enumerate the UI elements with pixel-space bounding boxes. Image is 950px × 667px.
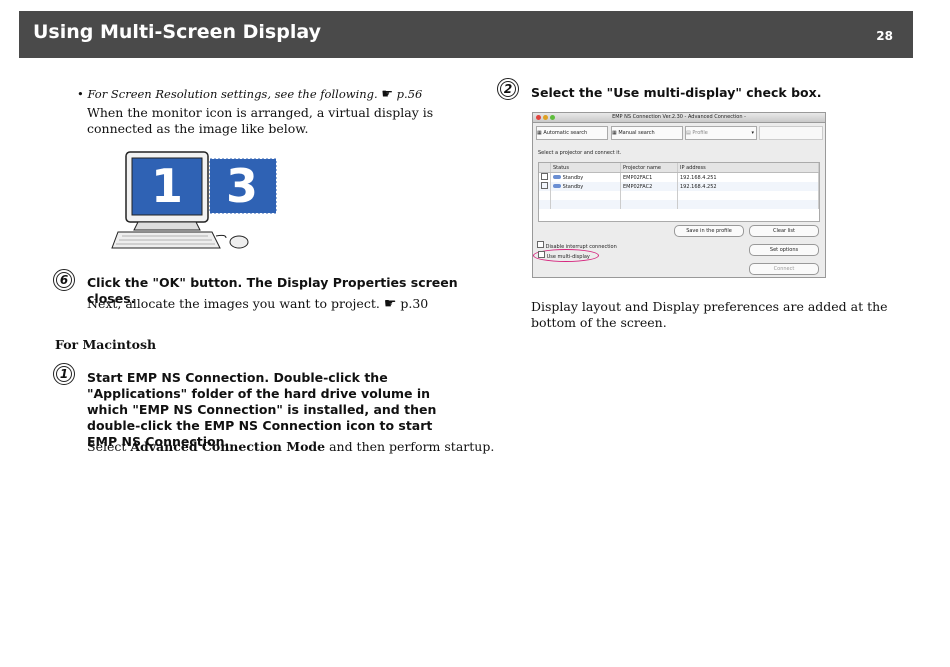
advanced-mode-label: Advanced Connection Mode bbox=[130, 439, 326, 454]
step-6-marker: 6 bbox=[53, 269, 75, 291]
projector-icon: ▦ bbox=[537, 130, 542, 136]
minimize-icon[interactable] bbox=[543, 115, 548, 120]
monitor-number-3: 3 bbox=[226, 159, 258, 213]
connect-button[interactable]: Connect bbox=[749, 263, 819, 275]
mouse-icon bbox=[229, 235, 249, 249]
step-1-marker: 1 bbox=[53, 363, 75, 385]
close-icon[interactable] bbox=[536, 115, 541, 120]
step-1-body: Select Advanced Connection Mode and then… bbox=[87, 439, 495, 454]
emp-ns-connection-window: EMP NS Connection Ver.2.30 - Advanced Co… bbox=[532, 112, 826, 278]
table-row[interactable]: Standby EMP02FAC1 192.168.4.251 bbox=[539, 172, 819, 182]
monitor-number-1: 1 bbox=[151, 159, 183, 213]
chevron-down-icon: ▾ bbox=[751, 130, 754, 136]
projector-status-icon bbox=[553, 183, 561, 188]
save-in-profile-button[interactable]: Save in the profile bbox=[674, 225, 744, 237]
projector-icon: ▦ bbox=[612, 130, 617, 136]
zoom-icon[interactable] bbox=[550, 115, 555, 120]
table-row[interactable]: Standby EMP02FAC2 192.168.4.252 bbox=[539, 182, 819, 191]
step-1-title: Start EMP NS Connection. Double-click th… bbox=[87, 370, 437, 449]
set-options-button[interactable]: Set options bbox=[749, 244, 819, 256]
intro-text: When the monitor icon is arranged, a vir… bbox=[87, 105, 434, 136]
bullet-dot: • bbox=[77, 87, 88, 101]
column-header-projector-name[interactable]: Projector name bbox=[620, 163, 678, 173]
column-header-ip-address[interactable]: IP address bbox=[677, 163, 819, 173]
window-title: EMP NS Connection Ver.2.30 - Advanced Co… bbox=[612, 114, 746, 120]
profile-dropdown[interactable]: ▤ Profile ▾ bbox=[685, 126, 757, 140]
page-title: Using Multi-Screen Display bbox=[33, 21, 321, 43]
automatic-search-button[interactable]: ▦ Automatic search bbox=[536, 126, 608, 140]
step-6-ref-link[interactable]: p.30 bbox=[400, 296, 428, 311]
hand-pointer-icon: ☛ bbox=[383, 296, 397, 312]
step-6-body: Next, allocate the images you want to pr… bbox=[87, 296, 429, 312]
bullet-note: • For Screen Resolution settings, see th… bbox=[77, 86, 422, 103]
page-header: Using Multi-Screen Display 28 bbox=[19, 11, 913, 58]
select-projector-label: Select a projector and connect it. bbox=[538, 150, 622, 156]
step-2-marker: 2 bbox=[497, 78, 519, 100]
toolbar-blank-field bbox=[759, 126, 823, 140]
row-checkbox[interactable] bbox=[541, 182, 548, 189]
bullet-text: For Screen Resolution settings, see the … bbox=[87, 87, 378, 101]
column-header-status[interactable]: Status bbox=[550, 163, 621, 173]
manual-search-button[interactable]: ▦ Manual search bbox=[611, 126, 683, 140]
projector-status-icon bbox=[553, 174, 561, 179]
window-titlebar: EMP NS Connection Ver.2.30 - Advanced Co… bbox=[533, 113, 825, 123]
row-checkbox[interactable] bbox=[541, 173, 548, 180]
folder-icon: ▤ bbox=[686, 130, 691, 136]
page-number: 28 bbox=[876, 29, 893, 43]
monitor-illustration: 1 3 bbox=[111, 151, 277, 249]
use-multi-display-checkbox[interactable]: Use multi-display bbox=[538, 251, 590, 260]
step-2-caption: Display layout and Display preferences a… bbox=[531, 299, 888, 330]
projector-table: Status Projector name IP address Standby… bbox=[538, 162, 820, 222]
hand-pointer-icon: ☛ bbox=[381, 87, 394, 102]
clear-list-button[interactable]: Clear list bbox=[749, 225, 819, 237]
mac-heading: For Macintosh bbox=[55, 337, 157, 352]
step-2-title: Select the "Use multi-display" check box… bbox=[531, 85, 822, 100]
bullet-ref-link[interactable]: p.56 bbox=[397, 87, 423, 101]
